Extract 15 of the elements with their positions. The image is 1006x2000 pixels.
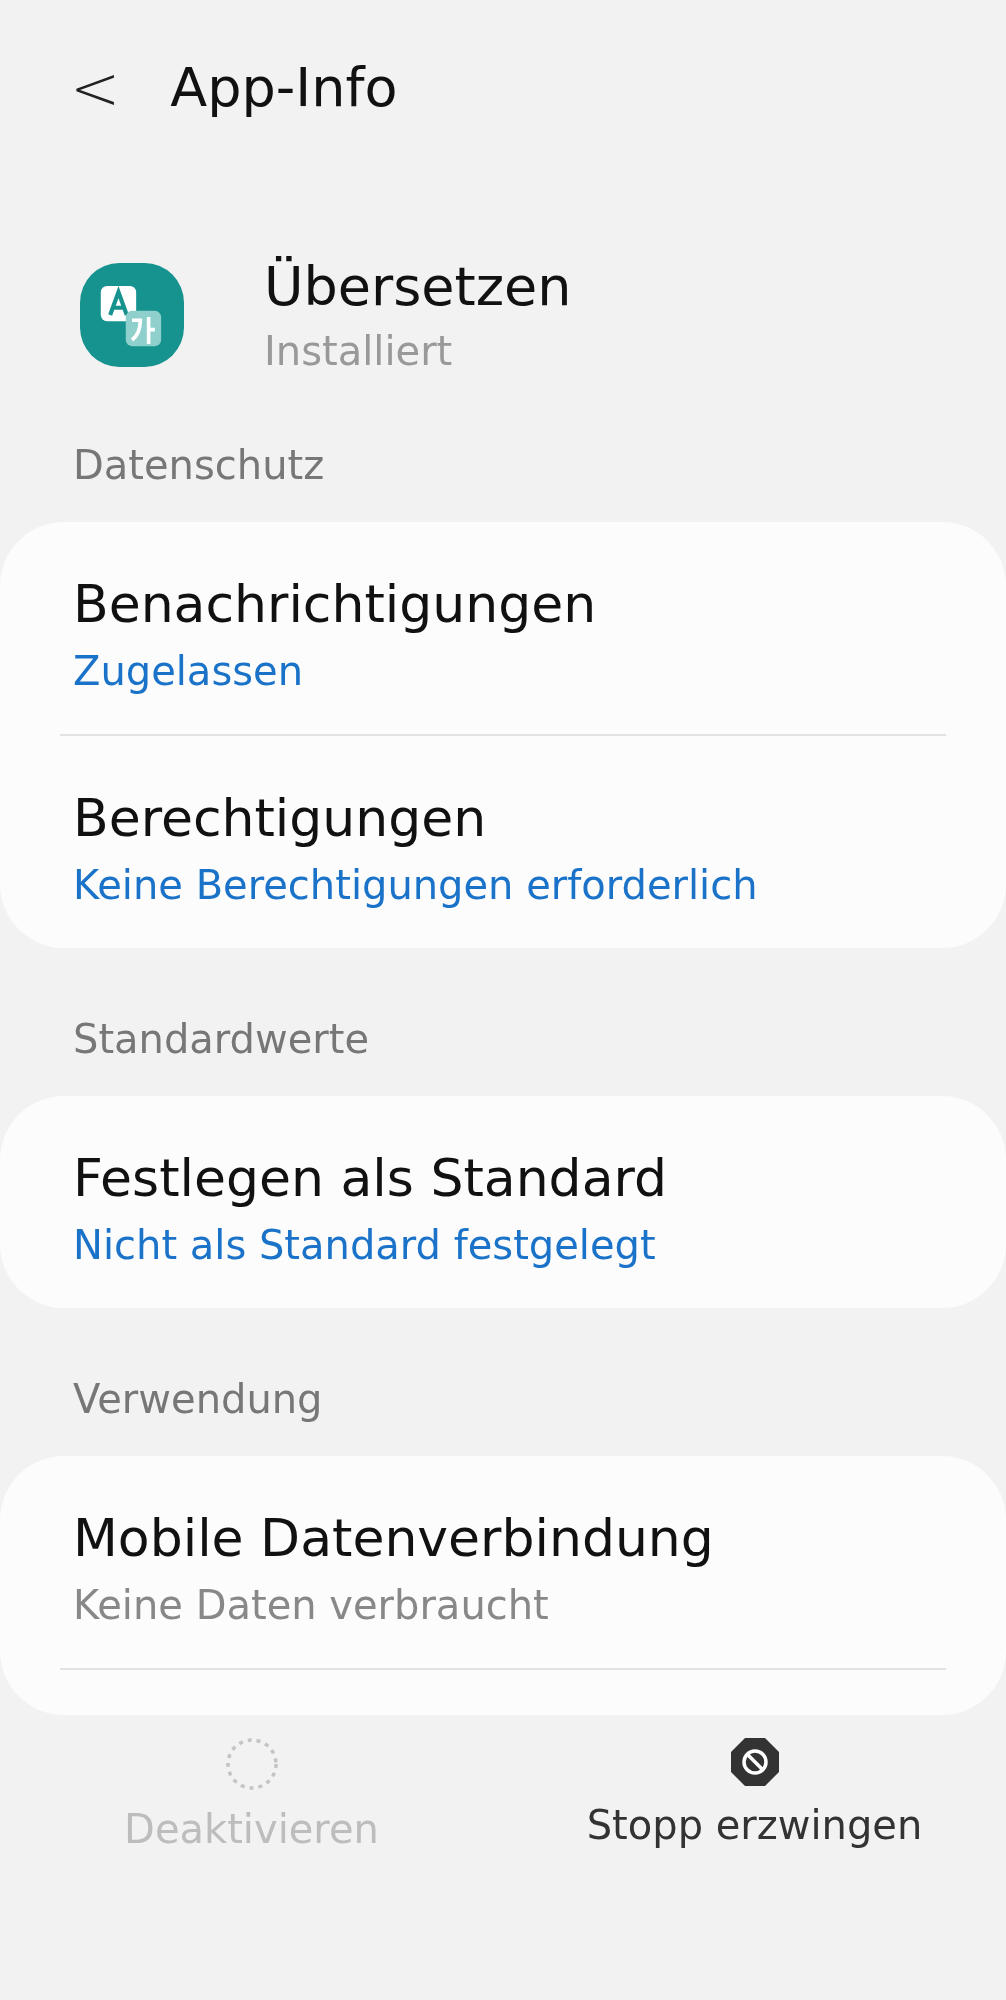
section-title: Standardwerte	[72, 1015, 371, 1064]
section-title: Datenschutz	[72, 441, 326, 490]
stop-icon	[728, 1736, 781, 1788]
settings-item[interactable]: Benachrichtigungen Zugelassen	[73, 522, 946, 734]
settings-item[interactable]: Festlegen als Standard Nicht als Standard festgelegt	[73, 1096, 946, 1308]
back-button[interactable]: <	[60, 52, 131, 123]
translate-app-icon	[80, 262, 184, 367]
app-name: Übersetzen	[264, 255, 572, 318]
section-title: Verwendung	[72, 1375, 324, 1424]
settings-item[interactable]: Mobile Datenverbindung Keine Daten verbraucht	[73, 1456, 946, 1668]
page-title: App-Info	[170, 56, 398, 119]
action-button[interactable]: Stopp erzwingen	[534, 1735, 975, 1853]
dashed-circle-icon	[223, 1736, 280, 1792]
settings-item[interactable]: Berechtigungen Keine Berechtigungen erforderlich	[73, 736, 946, 948]
app-status: Installiert	[264, 328, 454, 374]
